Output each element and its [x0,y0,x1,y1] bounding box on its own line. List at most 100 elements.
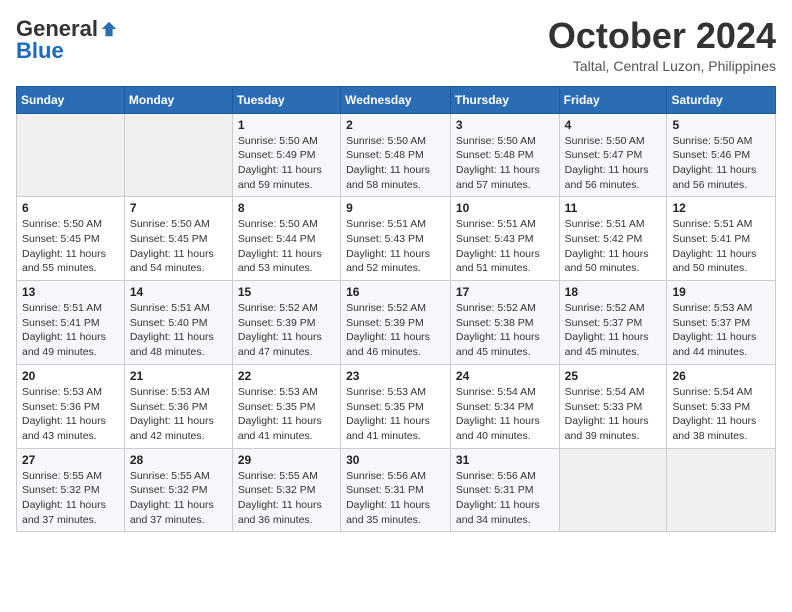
day-info: Sunrise: 5:53 AMSunset: 5:35 PMDaylight:… [238,385,335,444]
weekday-header-tuesday: Tuesday [232,86,340,113]
calendar-cell: 1 Sunrise: 5:50 AMSunset: 5:49 PMDaylight… [232,113,340,197]
day-info: Sunrise: 5:50 AMSunset: 5:44 PMDaylight:… [238,217,335,276]
day-info: Sunrise: 5:55 AMSunset: 5:32 PMDaylight:… [130,469,227,528]
day-number: 5 [672,118,770,132]
day-info: Sunrise: 5:53 AMSunset: 5:36 PMDaylight:… [22,385,119,444]
day-number: 22 [238,369,335,383]
day-info: Sunrise: 5:54 AMSunset: 5:33 PMDaylight:… [565,385,662,444]
calendar-cell [124,113,232,197]
calendar-cell: 18 Sunrise: 5:52 AMSunset: 5:37 PMDayligh… [559,281,667,365]
month-title: October 2024 [548,16,776,56]
day-info: Sunrise: 5:54 AMSunset: 5:34 PMDaylight:… [456,385,554,444]
calendar-cell: 25 Sunrise: 5:54 AMSunset: 5:33 PMDayligh… [559,364,667,448]
calendar-cell: 31Sunrise: 5:56 AMSunset: 5:31 PMDayligh… [450,448,559,532]
calendar-cell: 23 Sunrise: 5:53 AMSunset: 5:35 PMDayligh… [341,364,451,448]
day-number: 12 [672,201,770,215]
calendar-cell: 8Sunrise: 5:50 AMSunset: 5:44 PMDaylight… [232,197,340,281]
calendar-cell: 29 Sunrise: 5:55 AMSunset: 5:32 PMDayligh… [232,448,340,532]
day-number: 24 [456,369,554,383]
calendar-week-row-4: 20Sunrise: 5:53 AMSunset: 5:36 PMDayligh… [17,364,776,448]
day-info: Sunrise: 5:51 AMSunset: 5:41 PMDaylight:… [22,301,119,360]
calendar-cell [559,448,667,532]
day-number: 26 [672,369,770,383]
day-number: 30 [346,453,445,467]
weekday-header-saturday: Saturday [667,86,776,113]
day-number: 29 [238,453,335,467]
calendar-week-row-3: 13Sunrise: 5:51 AMSunset: 5:41 PMDayligh… [17,281,776,365]
day-info: Sunrise: 5:50 AMSunset: 5:49 PMDaylight:… [238,134,335,193]
day-info: Sunrise: 5:50 AMSunset: 5:45 PMDaylight:… [130,217,227,276]
day-info: Sunrise: 5:51 AMSunset: 5:42 PMDaylight:… [565,217,662,276]
calendar-cell: 10 Sunrise: 5:51 AMSunset: 5:43 PMDayligh… [450,197,559,281]
calendar-week-row-5: 27 Sunrise: 5:55 AMSunset: 5:32 PMDayligh… [17,448,776,532]
day-number: 28 [130,453,227,467]
day-number: 16 [346,285,445,299]
weekday-header-thursday: Thursday [450,86,559,113]
day-number: 27 [22,453,119,467]
day-number: 14 [130,285,227,299]
day-number: 25 [565,369,662,383]
day-info: Sunrise: 5:50 AMSunset: 5:47 PMDaylight:… [565,134,662,193]
day-number: 9 [346,201,445,215]
day-number: 3 [456,118,554,132]
calendar-cell [667,448,776,532]
day-number: 15 [238,285,335,299]
calendar-cell: 21 Sunrise: 5:53 AMSunset: 5:36 PMDayligh… [124,364,232,448]
day-info: Sunrise: 5:50 AMSunset: 5:48 PMDaylight:… [456,134,554,193]
calendar-cell [17,113,125,197]
calendar-cell: 26 Sunrise: 5:54 AMSunset: 5:33 PMDayligh… [667,364,776,448]
day-info: Sunrise: 5:50 AMSunset: 5:48 PMDaylight:… [346,134,445,193]
day-info: Sunrise: 5:52 AMSunset: 5:39 PMDaylight:… [346,301,445,360]
calendar-cell: 30Sunrise: 5:56 AMSunset: 5:31 PMDayligh… [341,448,451,532]
calendar-cell: 19 Sunrise: 5:53 AMSunset: 5:37 PMDayligh… [667,281,776,365]
day-info: Sunrise: 5:53 AMSunset: 5:36 PMDaylight:… [130,385,227,444]
weekday-header-friday: Friday [559,86,667,113]
weekday-header-wednesday: Wednesday [341,86,451,113]
location: Taltal, Central Luzon, Philippines [548,58,776,74]
day-number: 19 [672,285,770,299]
day-info: Sunrise: 5:50 AMSunset: 5:45 PMDaylight:… [22,217,119,276]
day-number: 2 [346,118,445,132]
calendar-cell: 14Sunrise: 5:51 AMSunset: 5:40 PMDayligh… [124,281,232,365]
logo-icon [100,20,118,38]
day-number: 1 [238,118,335,132]
calendar-cell: 2 Sunrise: 5:50 AMSunset: 5:48 PMDaylight… [341,113,451,197]
calendar-cell: 6Sunrise: 5:50 AMSunset: 5:45 PMDaylight… [17,197,125,281]
day-number: 21 [130,369,227,383]
day-info: Sunrise: 5:52 AMSunset: 5:38 PMDaylight:… [456,301,554,360]
day-info: Sunrise: 5:53 AMSunset: 5:35 PMDaylight:… [346,385,445,444]
calendar-cell: 15 Sunrise: 5:52 AMSunset: 5:39 PMDayligh… [232,281,340,365]
day-info: Sunrise: 5:55 AMSunset: 5:32 PMDaylight:… [22,469,119,528]
day-info: Sunrise: 5:53 AMSunset: 5:37 PMDaylight:… [672,301,770,360]
day-number: 11 [565,201,662,215]
day-number: 31 [456,453,554,467]
calendar-cell: 17Sunrise: 5:52 AMSunset: 5:38 PMDayligh… [450,281,559,365]
day-info: Sunrise: 5:54 AMSunset: 5:33 PMDaylight:… [672,385,770,444]
day-number: 4 [565,118,662,132]
day-info: Sunrise: 5:51 AMSunset: 5:43 PMDaylight:… [456,217,554,276]
calendar-cell: 13Sunrise: 5:51 AMSunset: 5:41 PMDayligh… [17,281,125,365]
weekday-header-row: SundayMondayTuesdayWednesdayThursdayFrid… [17,86,776,113]
day-info: Sunrise: 5:52 AMSunset: 5:39 PMDaylight:… [238,301,335,360]
calendar-cell: 28 Sunrise: 5:55 AMSunset: 5:32 PMDayligh… [124,448,232,532]
calendar-cell: 20Sunrise: 5:53 AMSunset: 5:36 PMDayligh… [17,364,125,448]
calendar-cell: 11 Sunrise: 5:51 AMSunset: 5:42 PMDayligh… [559,197,667,281]
calendar-table: SundayMondayTuesdayWednesdayThursdayFrid… [16,86,776,533]
calendar-cell: 12Sunrise: 5:51 AMSunset: 5:41 PMDayligh… [667,197,776,281]
day-number: 10 [456,201,554,215]
day-number: 18 [565,285,662,299]
day-info: Sunrise: 5:52 AMSunset: 5:37 PMDaylight:… [565,301,662,360]
weekday-header-monday: Monday [124,86,232,113]
calendar-cell: 3 Sunrise: 5:50 AMSunset: 5:48 PMDaylight… [450,113,559,197]
day-info: Sunrise: 5:50 AMSunset: 5:46 PMDaylight:… [672,134,770,193]
day-info: Sunrise: 5:51 AMSunset: 5:43 PMDaylight:… [346,217,445,276]
calendar-week-row-1: 1 Sunrise: 5:50 AMSunset: 5:49 PMDaylight… [17,113,776,197]
day-number: 7 [130,201,227,215]
calendar-cell: 27 Sunrise: 5:55 AMSunset: 5:32 PMDayligh… [17,448,125,532]
calendar-week-row-2: 6Sunrise: 5:50 AMSunset: 5:45 PMDaylight… [17,197,776,281]
logo: General Blue [16,16,118,64]
day-number: 23 [346,369,445,383]
calendar-cell: 16 Sunrise: 5:52 AMSunset: 5:39 PMDayligh… [341,281,451,365]
calendar-cell: 22 Sunrise: 5:53 AMSunset: 5:35 PMDayligh… [232,364,340,448]
day-info: Sunrise: 5:55 AMSunset: 5:32 PMDaylight:… [238,469,335,528]
